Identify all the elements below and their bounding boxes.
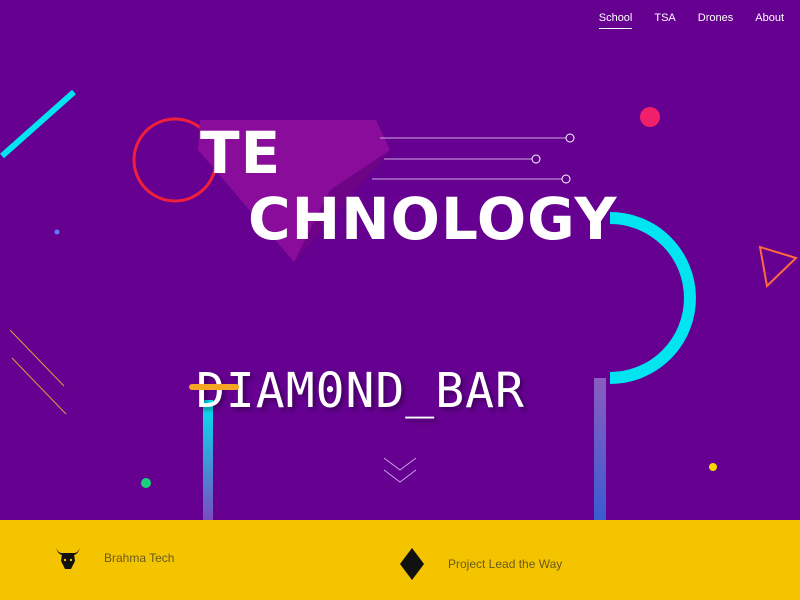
foreground-decorations [189, 384, 239, 390]
diamond-icon [400, 548, 424, 580]
hero-section: School TSA Drones About TE CHNOLOGY DIAM… [0, 0, 800, 520]
footer-item-label: Brahma Tech [104, 551, 175, 565]
footer-item-project-lead-the-way[interactable]: Project Lead the Way [398, 548, 562, 580]
bull-head-icon [56, 548, 80, 569]
scroll-down-button[interactable] [382, 456, 418, 486]
chevron-down-icon [383, 457, 417, 483]
footer-item-brahma-tech[interactable]: Brahma Tech [54, 544, 174, 572]
footer-item-label: Project Lead the Way [448, 557, 563, 571]
